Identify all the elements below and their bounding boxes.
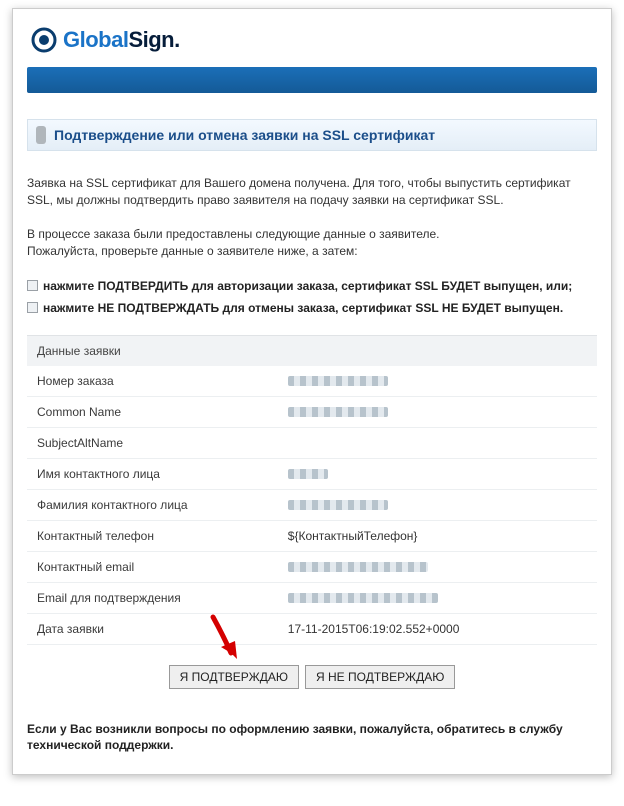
bullet-decline: нажмите НЕ ПОДТВЕРЖДАТЬ для отмены заказ… [27,299,597,317]
brand-sign: Sign [128,27,174,52]
table-row: Контактный телефон${КонтактныйТелефон} [27,520,597,551]
brand-dot: . [174,27,180,52]
body-text: Заявка на SSL сертификат для Вашего доме… [27,175,597,317]
section-header: Данные заявки [27,335,597,366]
title-tab-icon [36,126,46,144]
row-label: Email для подтверждения [27,582,278,613]
table-row: Common Name [27,396,597,427]
row-label: Common Name [27,396,278,427]
brand-text: GlobalSign. [63,27,180,53]
row-value [278,396,597,427]
table-row: Дата заявки17-11-2015T06:19:02.552+0000 [27,613,597,644]
redacted-value [288,562,428,572]
row-value [278,582,597,613]
redacted-value [288,407,388,417]
decline-button[interactable]: Я НЕ ПОДТВЕРЖДАЮ [305,665,455,689]
row-label: Контактный email [27,551,278,582]
row-value: 17-11-2015T06:19:02.552+0000 [278,613,597,644]
redacted-value [288,593,438,603]
intro-paragraph: Заявка на SSL сертификат для Вашего доме… [27,175,597,210]
table-row: Контактный email [27,551,597,582]
application-data-table: Номер заказа Common Name SubjectAltName … [27,366,597,645]
row-value [278,366,597,397]
redacted-value [288,376,388,386]
page-title: Подтверждение или отмена заявки на SSL с… [54,127,435,143]
process-line-1: В процессе заказа были предоставлены сле… [27,226,597,243]
approve-button[interactable]: Я ПОДТВЕРЖДАЮ [169,665,299,689]
table-row: Email для подтверждения [27,582,597,613]
instruction-bullets: нажмите ПОДТВЕРДИТЬ для авторизации зака… [27,277,597,317]
row-label: Дата заявки [27,613,278,644]
bullet-approve: нажмите ПОДТВЕРДИТЬ для авторизации зака… [27,277,597,295]
process-line-2: Пожалуйста, проверьте данные о заявителе… [27,243,597,260]
header-bluebar [27,67,597,93]
row-value [278,551,597,582]
brand-row: GlobalSign. [27,23,597,63]
table-row: Имя контактного лица [27,458,597,489]
row-label: Имя контактного лица [27,458,278,489]
brand-global: Global [63,27,128,52]
title-bar: Подтверждение или отмена заявки на SSL с… [27,119,597,151]
row-label: SubjectAltName [27,427,278,458]
redacted-value [288,500,388,510]
page-card: GlobalSign. Подтверждение или отмена зая… [12,8,612,775]
table-row: SubjectAltName [27,427,597,458]
row-label: Номер заказа [27,366,278,397]
redacted-value [288,469,328,479]
table-row: Номер заказа [27,366,597,397]
row-value: ${КонтактныйТелефон} [278,520,597,551]
row-label: Фамилия контактного лица [27,489,278,520]
row-value [278,427,597,458]
button-row: Я ПОДТВЕРЖДАЮ Я НЕ ПОДТВЕРЖДАЮ [27,645,597,699]
row-value [278,489,597,520]
table-row: Фамилия контактного лица [27,489,597,520]
row-value [278,458,597,489]
row-label: Контактный телефон [27,520,278,551]
globalsign-logo-icon [31,27,57,53]
footer-note: Если у Вас возникли вопросы по оформлени… [27,721,597,755]
